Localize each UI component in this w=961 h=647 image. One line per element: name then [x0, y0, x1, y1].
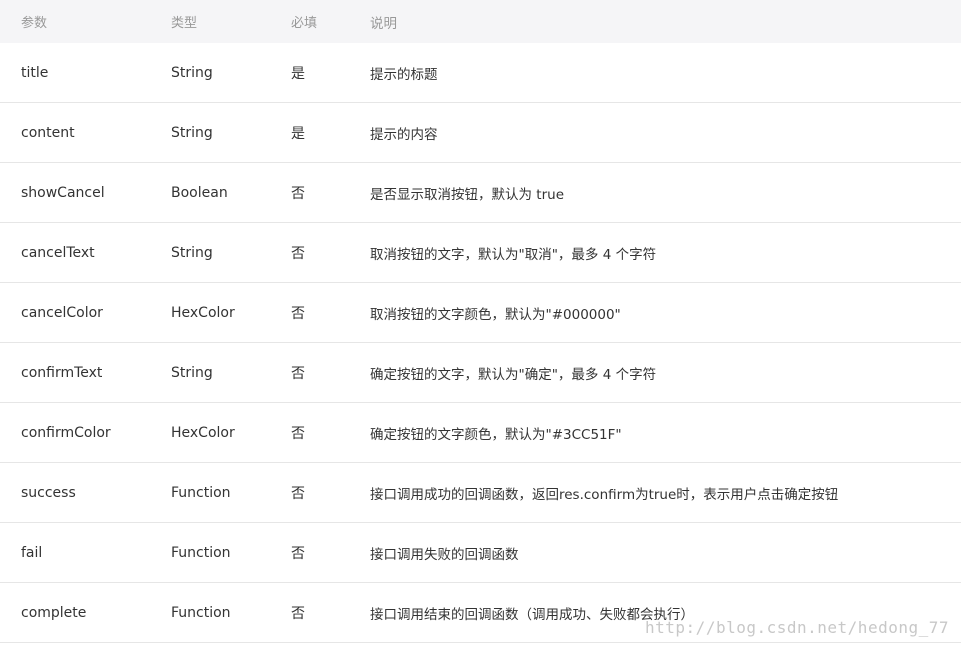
- param-description: 接口调用失败的回调函数: [370, 546, 519, 563]
- param-type: HexColor: [171, 304, 235, 321]
- param-description: 取消按钮的文字颜色，默认为"#000000": [370, 306, 621, 323]
- param-name: cancelColor: [21, 304, 103, 321]
- param-name: success: [21, 484, 76, 501]
- param-description: 确定按钮的文字颜色，默认为"#3CC51F": [370, 426, 622, 443]
- table-row: confirmColor HexColor 否 确定按钮的文字颜色，默认为"#3…: [0, 403, 961, 463]
- param-type: String: [171, 124, 213, 141]
- param-required: 是: [291, 125, 305, 142]
- table-row: title String 是 提示的标题: [0, 43, 961, 103]
- param-required: 否: [291, 365, 305, 382]
- parameter-table: 参数 类型 必填 说明 title String 是 提示的标题 content…: [0, 0, 961, 643]
- watermark: http://blog.csdn.net/hedong_77: [645, 618, 949, 637]
- param-type: Boolean: [171, 184, 228, 201]
- header-required: 必填: [291, 16, 318, 31]
- param-description: 是否显示取消按钮，默认为 true: [370, 186, 564, 203]
- param-description: 取消按钮的文字，默认为"取消"，最多 4 个字符: [370, 246, 657, 263]
- param-required: 否: [291, 545, 305, 562]
- param-description: 提示的内容: [370, 126, 438, 143]
- param-required: 否: [291, 245, 305, 262]
- param-description: 确定按钮的文字，默认为"确定"，最多 4 个字符: [370, 366, 657, 383]
- table-row: showCancel Boolean 否 是否显示取消按钮，默认为 true: [0, 163, 961, 223]
- param-required: 是: [291, 65, 305, 82]
- table-row: content String 是 提示的内容: [0, 103, 961, 163]
- param-type: HexColor: [171, 424, 235, 441]
- param-type: Function: [171, 604, 231, 621]
- param-name: confirmColor: [21, 424, 111, 441]
- param-required: 否: [291, 485, 305, 502]
- param-description: 接口调用成功的回调函数，返回res.confirm为true时，表示用户点击确定…: [370, 486, 839, 503]
- param-name: content: [21, 124, 75, 141]
- table-row: cancelText String 否 取消按钮的文字，默认为"取消"，最多 4…: [0, 223, 961, 283]
- table-header-row: 参数 类型 必填 说明: [0, 0, 961, 43]
- param-type: String: [171, 364, 213, 381]
- param-type: String: [171, 244, 213, 261]
- table-row: fail Function 否 接口调用失败的回调函数: [0, 523, 961, 583]
- table-row: success Function 否 接口调用成功的回调函数，返回res.con…: [0, 463, 961, 523]
- param-required: 否: [291, 425, 305, 442]
- param-type: Function: [171, 544, 231, 561]
- header-param: 参数: [21, 16, 48, 31]
- param-name: title: [21, 64, 49, 81]
- param-name: complete: [21, 604, 87, 621]
- header-description: 说明: [370, 15, 397, 32]
- param-description: 提示的标题: [370, 66, 438, 83]
- param-type: Function: [171, 484, 231, 501]
- param-required: 否: [291, 605, 305, 622]
- param-required: 否: [291, 185, 305, 202]
- param-required: 否: [291, 305, 305, 322]
- param-name: fail: [21, 544, 43, 561]
- param-name: showCancel: [21, 184, 105, 201]
- table-row: confirmText String 否 确定按钮的文字，默认为"确定"，最多 …: [0, 343, 961, 403]
- param-type: String: [171, 64, 213, 81]
- table-row: cancelColor HexColor 否 取消按钮的文字颜色，默认为"#00…: [0, 283, 961, 343]
- param-name: cancelText: [21, 244, 95, 261]
- param-name: confirmText: [21, 364, 103, 381]
- header-type: 类型: [171, 16, 198, 31]
